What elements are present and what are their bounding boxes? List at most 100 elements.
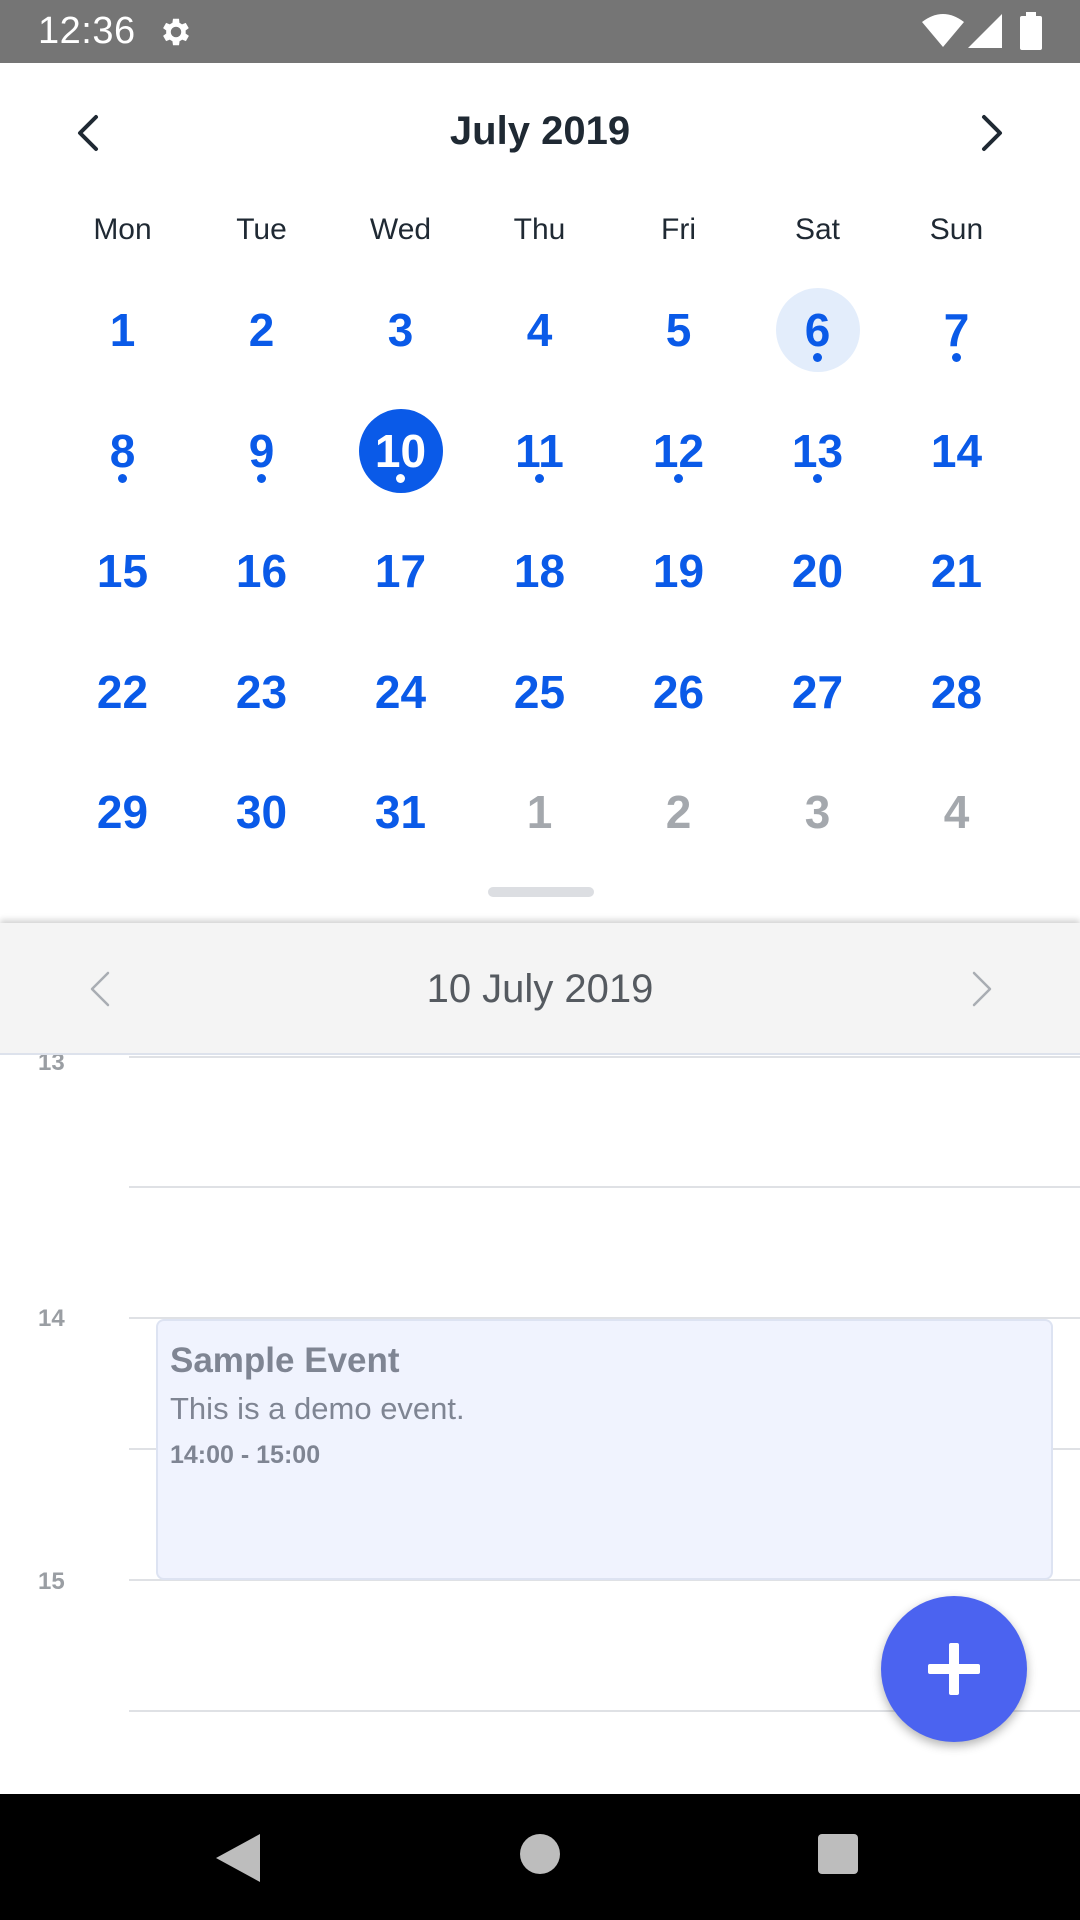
day-circle: 30: [220, 770, 304, 854]
day-circle: 28: [915, 650, 999, 734]
day-circle: 22: [81, 650, 165, 734]
month-title: July 2019: [449, 109, 631, 153]
day-number: 28: [930, 665, 983, 718]
day-cell[interactable]: 11: [470, 391, 609, 512]
day-number: 4: [526, 304, 553, 357]
day-circle: 4: [915, 770, 999, 854]
weekday-header-row: Mon Tue Wed Thu Fri Sat Sun: [53, 213, 1026, 257]
event-indicator-dot: [952, 353, 961, 363]
day-cell[interactable]: 28: [887, 632, 1026, 753]
day-cell[interactable]: 24: [331, 632, 470, 753]
day-number: 2: [248, 304, 275, 357]
event-indicator-dot: [813, 473, 822, 483]
day-cell[interactable]: 13: [748, 391, 887, 512]
day-circle: 1: [81, 288, 165, 372]
day-circle: 3: [776, 770, 860, 854]
day-circle: 2: [220, 288, 304, 372]
day-number: 8: [109, 424, 136, 477]
day-number: 10: [374, 424, 427, 477]
day-circle: 16: [220, 529, 304, 613]
home-icon[interactable]: [520, 1834, 560, 1874]
day-cell[interactable]: 20: [748, 511, 887, 632]
next-month-button[interactable]: [962, 103, 1022, 163]
day-number: 12: [652, 424, 705, 477]
recents-icon[interactable]: [818, 1834, 858, 1874]
add-event-button[interactable]: [881, 1596, 1027, 1742]
day-cell[interactable]: 26: [609, 632, 748, 753]
day-circle: 1: [498, 770, 582, 854]
day-cell[interactable]: 21: [887, 511, 1026, 632]
day-number: 2: [665, 786, 692, 839]
day-circle: 7: [915, 288, 999, 372]
day-number: 17: [374, 545, 427, 598]
day-cell[interactable]: 1: [53, 270, 192, 391]
day-circle: 26: [637, 650, 721, 734]
day-number: 15: [96, 545, 149, 598]
weekday-label: Tue: [236, 213, 287, 246]
plus-icon: [928, 1643, 980, 1695]
day-circle: 27: [776, 650, 860, 734]
event-card[interactable]: Sample Event This is a demo event. 14:00…: [156, 1319, 1053, 1580]
today-day-cell[interactable]: 6: [748, 270, 887, 391]
day-cell[interactable]: 5: [609, 270, 748, 391]
day-cell[interactable]: 7: [887, 270, 1026, 391]
day-circle: 23: [220, 650, 304, 734]
next-day-button[interactable]: [952, 959, 1012, 1019]
day-cell[interactable]: 3: [748, 752, 887, 873]
event-indicator-dot: [813, 353, 822, 363]
day-cell[interactable]: 22: [53, 632, 192, 753]
day-circle: 29: [81, 770, 165, 854]
day-number: 31: [374, 786, 427, 839]
hour-divider: [129, 1056, 1080, 1058]
day-cell[interactable]: 18: [470, 511, 609, 632]
weekday-label: Thu: [513, 213, 566, 246]
event-indicator-dot: [535, 473, 544, 483]
day-number: 25: [513, 665, 566, 718]
day-number: 26: [652, 665, 705, 718]
day-circle: 11: [498, 409, 582, 493]
day-cell[interactable]: 29: [53, 752, 192, 873]
day-cell[interactable]: 25: [470, 632, 609, 753]
weekday-label: Wed: [369, 213, 432, 246]
day-cell[interactable]: 2: [192, 270, 331, 391]
day-number: 13: [791, 424, 844, 477]
day-circle: 14: [915, 409, 999, 493]
day-number: 24: [374, 665, 427, 718]
calendar-drag-handle[interactable]: [488, 887, 594, 897]
day-cell[interactable]: 1: [470, 752, 609, 873]
hour-label: 15: [38, 1568, 65, 1595]
day-cell[interactable]: 17: [331, 511, 470, 632]
cell-signal-icon: [968, 14, 1002, 48]
day-circle: 18: [498, 529, 582, 613]
battery-icon: [1020, 12, 1042, 50]
day-number: 20: [791, 545, 844, 598]
gear-icon: [163, 18, 189, 46]
day-cell[interactable]: 2: [609, 752, 748, 873]
day-cell[interactable]: 30: [192, 752, 331, 873]
calendar-screen: 12:36 July 2019 Mon Tue Wed Thu Fri Sat …: [0, 0, 1080, 1920]
day-cell[interactable]: 19: [609, 511, 748, 632]
day-cell[interactable]: 27: [748, 632, 887, 753]
day-cell[interactable]: 23: [192, 632, 331, 753]
month-day-grid: 1 2 3 4 5 6 7 8 9 10 11 12 13 14 15 16 17 18 19 20 21 22 23 24 2…: [53, 270, 1026, 873]
day-cell[interactable]: 12: [609, 391, 748, 512]
day-cell[interactable]: 3: [331, 270, 470, 391]
day-circle: 9: [220, 409, 304, 493]
day-number: 3: [804, 786, 831, 839]
day-cell[interactable]: 14: [887, 391, 1026, 512]
day-cell[interactable]: 4: [887, 752, 1026, 873]
day-cell[interactable]: 16: [192, 511, 331, 632]
day-cell[interactable]: 9: [192, 391, 331, 512]
hour-label: 14: [38, 1305, 65, 1332]
day-cell[interactable]: 4: [470, 270, 609, 391]
day-cell[interactable]: 8: [53, 391, 192, 512]
day-number: 21: [930, 545, 983, 598]
day-number: 1: [526, 786, 553, 839]
day-cell[interactable]: 15: [53, 511, 192, 632]
selected-day-cell[interactable]: 10: [331, 391, 470, 512]
back-icon[interactable]: [216, 1834, 260, 1882]
day-circle: 13: [776, 409, 860, 493]
event-indicator-dot: [396, 473, 405, 483]
day-cell[interactable]: 31: [331, 752, 470, 873]
day-number: 18: [513, 545, 566, 598]
